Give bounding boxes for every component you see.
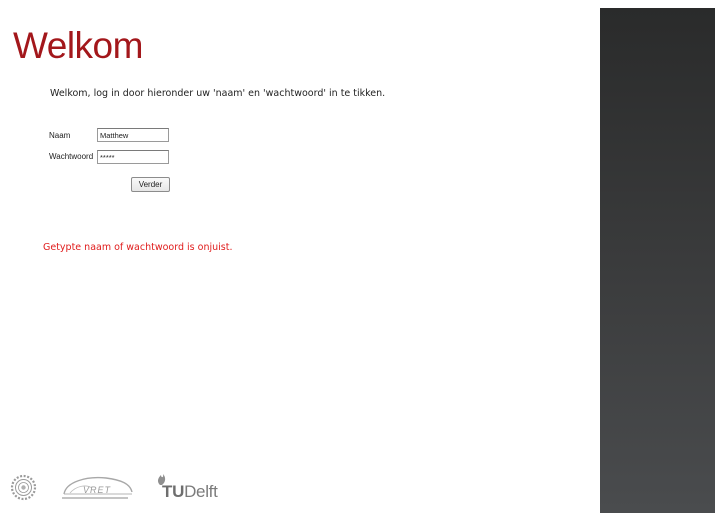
password-input[interactable]	[97, 150, 169, 164]
submit-button[interactable]: Verder	[131, 177, 170, 192]
intro-text: Welkom, log in door hieronder uw 'naam' …	[50, 88, 386, 99]
vret-logo-icon: VRET	[62, 476, 133, 499]
tudelft-wordmark: TUDelft	[162, 483, 218, 500]
side-panel	[600, 8, 715, 513]
tudelft-delft: Delft	[184, 482, 218, 501]
svg-text:VRET: VRET	[83, 485, 112, 495]
name-input[interactable]	[97, 128, 169, 142]
footer-logos: VRET TUDelft	[10, 470, 250, 504]
page-title: Welkom	[13, 25, 143, 66]
login-page: Welkom Welkom, log in door hieronder uw …	[0, 0, 715, 513]
seal-logo-icon	[10, 474, 37, 501]
tudelft-logo: TUDelft	[143, 470, 223, 504]
password-label: Wachtwoord	[49, 152, 94, 161]
error-message: Getypte naam of wachtwoord is onjuist.	[43, 242, 233, 253]
tudelft-tu: TU	[162, 482, 185, 501]
name-label: Naam	[49, 131, 71, 140]
